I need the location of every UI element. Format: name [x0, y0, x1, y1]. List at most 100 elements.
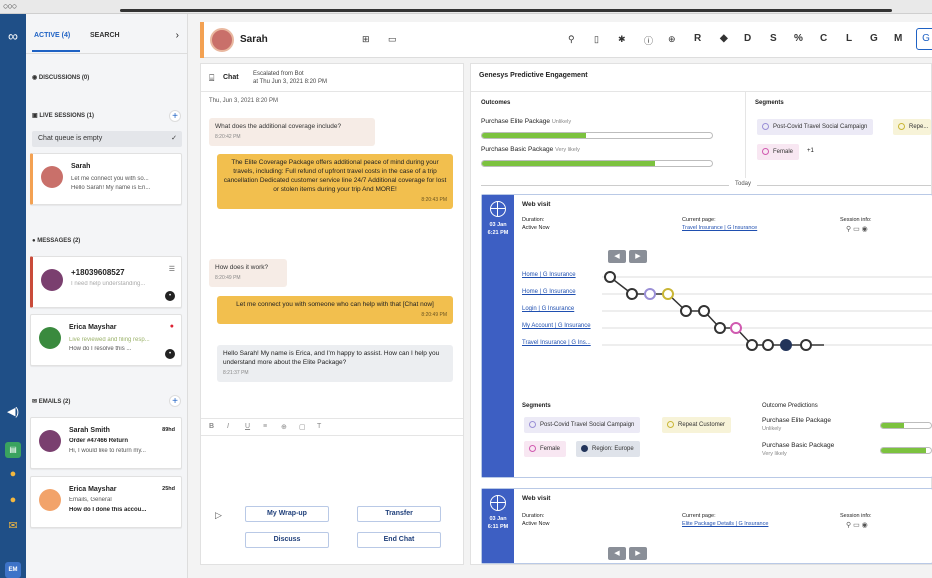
page-node[interactable]: [800, 339, 812, 351]
tag-icon[interactable]: ◆: [720, 33, 728, 44]
underline-button[interactable]: U: [245, 423, 250, 430]
user-avatar[interactable]: EM: [5, 562, 21, 578]
visit-date: 03 Jan 6:11 PM: [482, 515, 514, 531]
top-rule: [120, 9, 892, 12]
current-page-link[interactable]: Elite Package Details | G Insurance: [682, 521, 768, 527]
journey-link[interactable]: Travel Insurance | G Ins...: [522, 340, 591, 346]
segment-chip[interactable]: Female: [757, 144, 800, 160]
add-session-button[interactable]: +: [169, 110, 181, 122]
apps-icon[interactable]: ⊞: [362, 34, 370, 45]
transfer-button[interactable]: Transfer: [357, 506, 441, 522]
segment-chip[interactable]: Repe...: [893, 119, 931, 135]
image-button[interactable]: ▢: [299, 423, 306, 431]
segment-node[interactable]: [662, 288, 674, 300]
page-node[interactable]: [698, 305, 710, 317]
page-node[interactable]: [714, 322, 726, 334]
engagement-toggle-button[interactable]: G: [916, 28, 932, 50]
journey-prev-button[interactable]: ◀: [608, 250, 626, 263]
text-format-button[interactable]: T: [317, 423, 321, 430]
chat-message-bot: Let me connect you with someone who can …: [217, 296, 453, 324]
discussions-label[interactable]: ◉ DISCUSSIONS (0): [32, 74, 89, 81]
bulb-icon[interactable]: ⚲: [568, 34, 575, 45]
send-icon[interactable]: ▷: [215, 510, 222, 521]
add-email-button[interactable]: +: [169, 395, 181, 407]
check-icon: ✓: [171, 135, 177, 142]
list-button[interactable]: ≡: [263, 423, 267, 430]
email-icon[interactable]: ✉: [5, 518, 21, 534]
page-node[interactable]: [680, 305, 692, 317]
tab-search[interactable]: SEARCH: [90, 32, 120, 39]
tool-g[interactable]: G: [870, 33, 878, 44]
volume-icon[interactable]: ◀): [5, 404, 21, 420]
page-node[interactable]: [762, 339, 774, 351]
info-icon[interactable]: ⓘ: [644, 34, 653, 47]
wrapup-button[interactable]: My Wrap-up: [245, 506, 329, 522]
page-node[interactable]: [604, 271, 616, 283]
email-card-erica[interactable]: Erica Mayshar Emails, General How do I d…: [30, 476, 182, 528]
journey-next-button[interactable]: ▶: [629, 250, 647, 263]
tool-r[interactable]: R: [694, 33, 701, 44]
settings-icon[interactable]: ✱: [618, 34, 626, 45]
screen-icon[interactable]: ▭: [388, 34, 397, 45]
chat-message-agent: Hello Sarah! My name is Erica, and I'm h…: [217, 345, 453, 382]
prediction-likelihood: Very likely: [762, 451, 787, 457]
page-node[interactable]: [626, 288, 638, 300]
link-button[interactable]: ⊕: [281, 423, 287, 431]
journey-link[interactable]: My Account | G Insurance: [522, 323, 591, 329]
segment-node[interactable]: [730, 322, 742, 334]
journey-link[interactable]: Home | G Insurance: [522, 289, 576, 295]
emails-label: ✉ EMAILS (2): [32, 399, 71, 405]
segment-chip[interactable]: Female: [524, 441, 567, 457]
chevron-right-icon[interactable]: ›: [176, 30, 179, 41]
message-bubble-icon: •: [165, 291, 175, 301]
tab-active[interactable]: ACTIVE (4): [34, 32, 70, 39]
end-chat-button[interactable]: End Chat: [357, 532, 441, 548]
current-page-link[interactable]: Travel Insurance | G Insurance: [682, 225, 757, 231]
segment-chip[interactable]: Post-Covid Travel Social Campaign: [524, 417, 641, 433]
customer-name: Sarah: [240, 34, 268, 45]
percent-icon[interactable]: %: [794, 33, 803, 44]
email-card-sarah[interactable]: Sarah Smith Order #47466 Return Hi, I wo…: [30, 417, 182, 469]
visit-time: 6:21 PM: [487, 230, 509, 236]
chat-bubble-icon[interactable]: ●: [5, 466, 21, 482]
segment-chip[interactable]: Post-Covid Travel Social Campaign: [757, 119, 874, 135]
chat-apps-icon[interactable]: ▤: [5, 442, 21, 458]
segment-chip[interactable]: Repeat Customer: [662, 417, 732, 433]
journey-next-button[interactable]: ▶: [629, 547, 647, 560]
message-card-phone[interactable]: +18039608527 I need help understanding..…: [30, 256, 182, 308]
add-icon[interactable]: ⊕: [668, 34, 676, 45]
web-visit-card: 03 Jan 6:11 PM Web visit Duration: Active…: [481, 488, 932, 564]
message-bubble-icon[interactable]: ●: [5, 492, 21, 508]
list-icon[interactable]: ☰: [169, 265, 175, 273]
tool-l[interactable]: L: [846, 33, 852, 44]
journey-prev-button[interactable]: ◀: [608, 547, 626, 560]
more-segments[interactable]: +1: [807, 148, 814, 154]
window-dots-icon[interactable]: ○○○: [3, 1, 17, 11]
conversation-header: Sarah ⊞ ▭ ⚲ ▯ ✱ ⓘ ⊕ R ◆ D S % C L G M G: [200, 22, 932, 58]
italic-button[interactable]: I: [227, 423, 229, 430]
discuss-button[interactable]: Discuss: [245, 532, 329, 548]
clipboard-icon[interactable]: ▯: [594, 34, 599, 45]
journey-link[interactable]: Login | G Insurance: [522, 306, 574, 312]
segment-node[interactable]: [780, 339, 792, 351]
tool-d[interactable]: D: [744, 33, 751, 44]
customer-avatar: [210, 28, 234, 52]
session-card-sarah[interactable]: Sarah Let me connect you with so... Hell…: [30, 153, 182, 205]
tool-s[interactable]: S: [770, 33, 777, 44]
segment-node[interactable]: [644, 288, 656, 300]
genesys-logo-icon[interactable]: ∞: [5, 28, 21, 44]
message-card-erica[interactable]: Erica Mayshar Live reviewed and filing r…: [30, 314, 182, 366]
visit-title: Web visit: [522, 201, 551, 208]
message-text: Let me connect you with someone who can …: [236, 301, 434, 308]
journey-link[interactable]: Home | G Insurance: [522, 272, 576, 278]
email-subject: Order #47466 Return: [69, 438, 129, 444]
prediction-elite-bar: [880, 422, 932, 429]
email-sender: Sarah Smith: [69, 427, 110, 434]
segment-chip[interactable]: Region: Europe: [576, 441, 640, 457]
tool-m[interactable]: M: [894, 33, 902, 44]
bold-button[interactable]: B: [209, 423, 214, 430]
email-sender: Erica Mayshar: [69, 486, 117, 493]
page-node[interactable]: [746, 339, 758, 351]
tool-c[interactable]: C: [820, 33, 827, 44]
chat-panel: ⌸ Chat Escalated from Bot at Thu Jun 3, 2…: [200, 63, 464, 565]
